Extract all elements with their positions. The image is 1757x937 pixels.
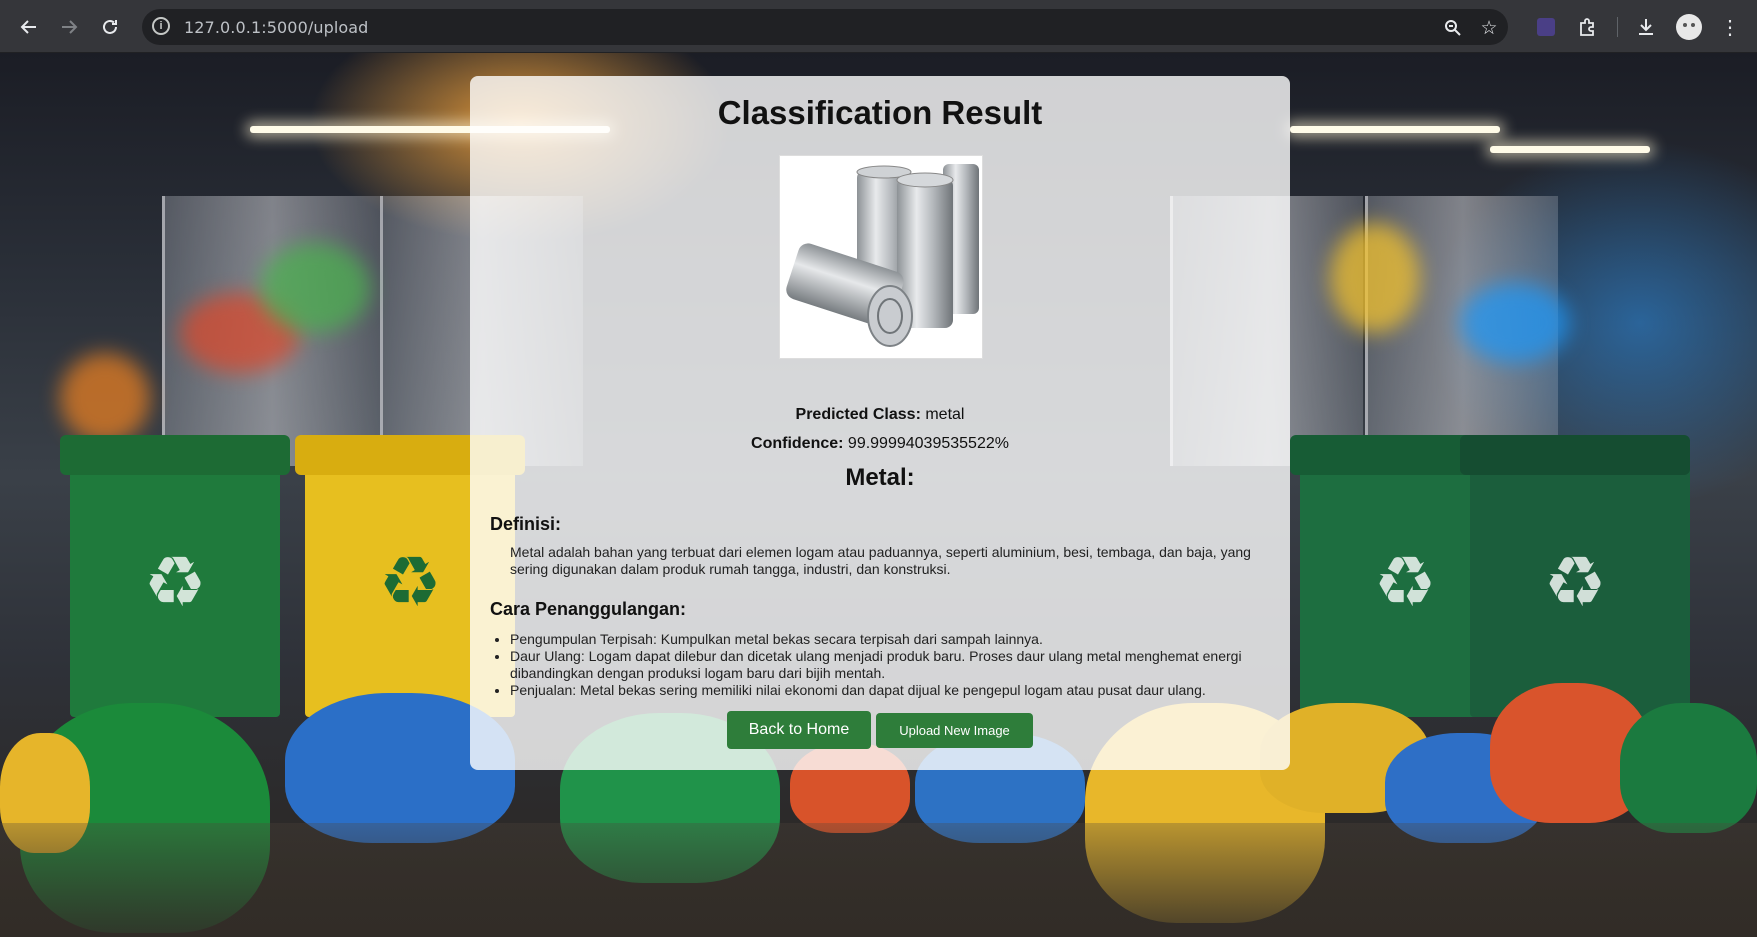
arrow-left-icon	[20, 20, 36, 34]
result-card: Classification Result Predicted Class: m…	[470, 76, 1290, 770]
profile-avatar[interactable]	[1676, 14, 1702, 40]
dark-green-bin: ♻	[1460, 435, 1690, 717]
list-item: Penjualan: Metal bekas sering memiliki n…	[510, 682, 1290, 699]
green-bin: ♻	[60, 435, 290, 717]
handling-title: Cara Penanggulangan:	[490, 599, 687, 619]
handling-list: Pengumpulan Terpisah: Kumpulkan metal be…	[490, 631, 1290, 699]
back-button[interactable]	[12, 11, 46, 43]
confidence-line: Confidence: 99.99994039535522%	[470, 435, 1290, 453]
browser-toolbar: i 127.0.0.1:5000/upload ☆ ⋮	[0, 0, 1757, 53]
confidence-label: Confidence:	[751, 435, 844, 452]
floor	[0, 823, 1757, 937]
waste-blur	[260, 243, 370, 333]
arrow-right-icon	[62, 20, 78, 34]
puzzle-extensions-icon[interactable]	[1573, 13, 1601, 41]
zoom-icon[interactable]	[1442, 17, 1464, 39]
green-bag	[1620, 703, 1757, 833]
address-bar[interactable]: i 127.0.0.1:5000/upload ☆	[142, 9, 1508, 45]
uploaded-image	[779, 155, 983, 359]
upload-new-image-button[interactable]: Upload New Image	[876, 713, 1033, 748]
url-text[interactable]: 127.0.0.1:5000/upload	[184, 18, 368, 37]
list-item: Daur Ulang: Logam dapat dilebur dan dice…	[510, 648, 1290, 682]
metal-cans-image	[786, 164, 979, 347]
bookmark-star-icon[interactable]: ☆	[1478, 17, 1500, 39]
reload-button[interactable]	[93, 11, 127, 43]
ceiling-light	[1490, 146, 1650, 153]
list-item: Pengumpulan Terpisah: Kumpulkan metal be…	[510, 631, 1290, 648]
extension-app-icon[interactable]	[1532, 13, 1560, 41]
predicted-class-line: Predicted Class: metal	[470, 406, 1290, 424]
confidence-value: 99.99994039535522%	[843, 435, 1009, 452]
reload-icon	[103, 19, 117, 34]
forward-button[interactable]	[52, 11, 86, 43]
download-icon[interactable]	[1632, 13, 1660, 41]
definition-title: Definisi:	[490, 514, 562, 534]
class-heading: Metal:	[845, 464, 915, 491]
waste-blur	[60, 353, 150, 443]
back-to-home-button[interactable]: Back to Home	[727, 711, 871, 749]
menu-kebab-icon[interactable]: ⋮	[1716, 13, 1744, 41]
toolbar-divider	[1617, 17, 1618, 37]
ceiling-light	[1290, 126, 1500, 133]
predicted-class-label: Predicted Class:	[795, 406, 921, 423]
waste-blur	[1330, 223, 1420, 333]
site-info-icon[interactable]: i	[152, 17, 170, 35]
waste-blur	[1460, 283, 1570, 363]
predicted-class-value: metal	[920, 406, 965, 423]
page-title: Classification Result	[717, 94, 1043, 131]
definition-text: Metal adalah bahan yang terbuat dari ele…	[510, 544, 1251, 577]
